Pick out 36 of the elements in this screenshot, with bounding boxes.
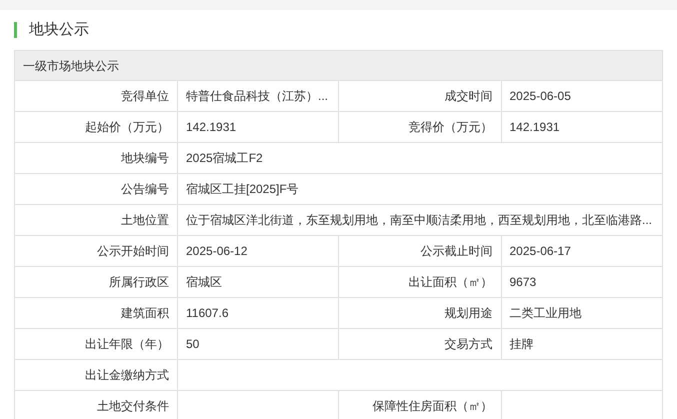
field-label: 地块编号 (121, 150, 169, 167)
field-label: 出让面积（㎡） (408, 274, 492, 291)
field-value: 挂牌 (510, 336, 534, 353)
field-value: 2025-06-12 (186, 243, 248, 260)
field-value: 142.1931 (510, 119, 560, 136)
field-value: 50 (186, 336, 200, 353)
field-label: 成交时间 (444, 88, 492, 105)
field-label: 出让年限（年） (85, 336, 169, 353)
field-value: 特普仕食品科技（江苏）... (186, 88, 328, 105)
field-value: 142.1931 (186, 119, 236, 136)
field-label: 交易方式 (444, 336, 492, 353)
field-label: 公示截止时间 (420, 243, 492, 260)
accent-bar (14, 22, 17, 38)
field-label: 保障性住房面积（㎡） (372, 398, 492, 415)
field-label: 建筑面积 (121, 305, 169, 322)
field-value: 宿城区 (186, 274, 222, 291)
field-value: 2025-06-05 (510, 88, 571, 105)
field-value: 9673 (510, 274, 536, 291)
field-label: 规划用途 (444, 305, 492, 322)
field-label: 土地位置 (121, 212, 169, 229)
field-label: 竞得价（万元） (408, 119, 492, 136)
field-value: 位于宿城区洋北街道，东至规划用地，南至中顺洁柔用地，西至规划用地，北至临港路... (186, 212, 652, 229)
field-label: 土地交付条件 (97, 398, 169, 415)
field-label: 出让金缴纳方式 (85, 367, 169, 384)
field-value: 11607.6 (186, 305, 228, 322)
field-value: 2025宿城工F2 (186, 150, 263, 167)
field-value: 宿城区工挂[2025]F号 (186, 181, 299, 198)
field-value: 二类工业用地 (510, 305, 582, 322)
field-label: 所属行政区 (109, 274, 169, 291)
field-label: 竞得单位 (121, 88, 169, 105)
field-value: 2025-06-17 (510, 243, 571, 260)
field-label: 公示开始时间 (97, 243, 169, 260)
field-label: 起始价（万元） (85, 119, 169, 136)
field-label: 公告编号 (121, 181, 169, 198)
section-title: 地块公示 (29, 20, 89, 40)
table-heading: 一级市场地块公示 (15, 51, 662, 81)
